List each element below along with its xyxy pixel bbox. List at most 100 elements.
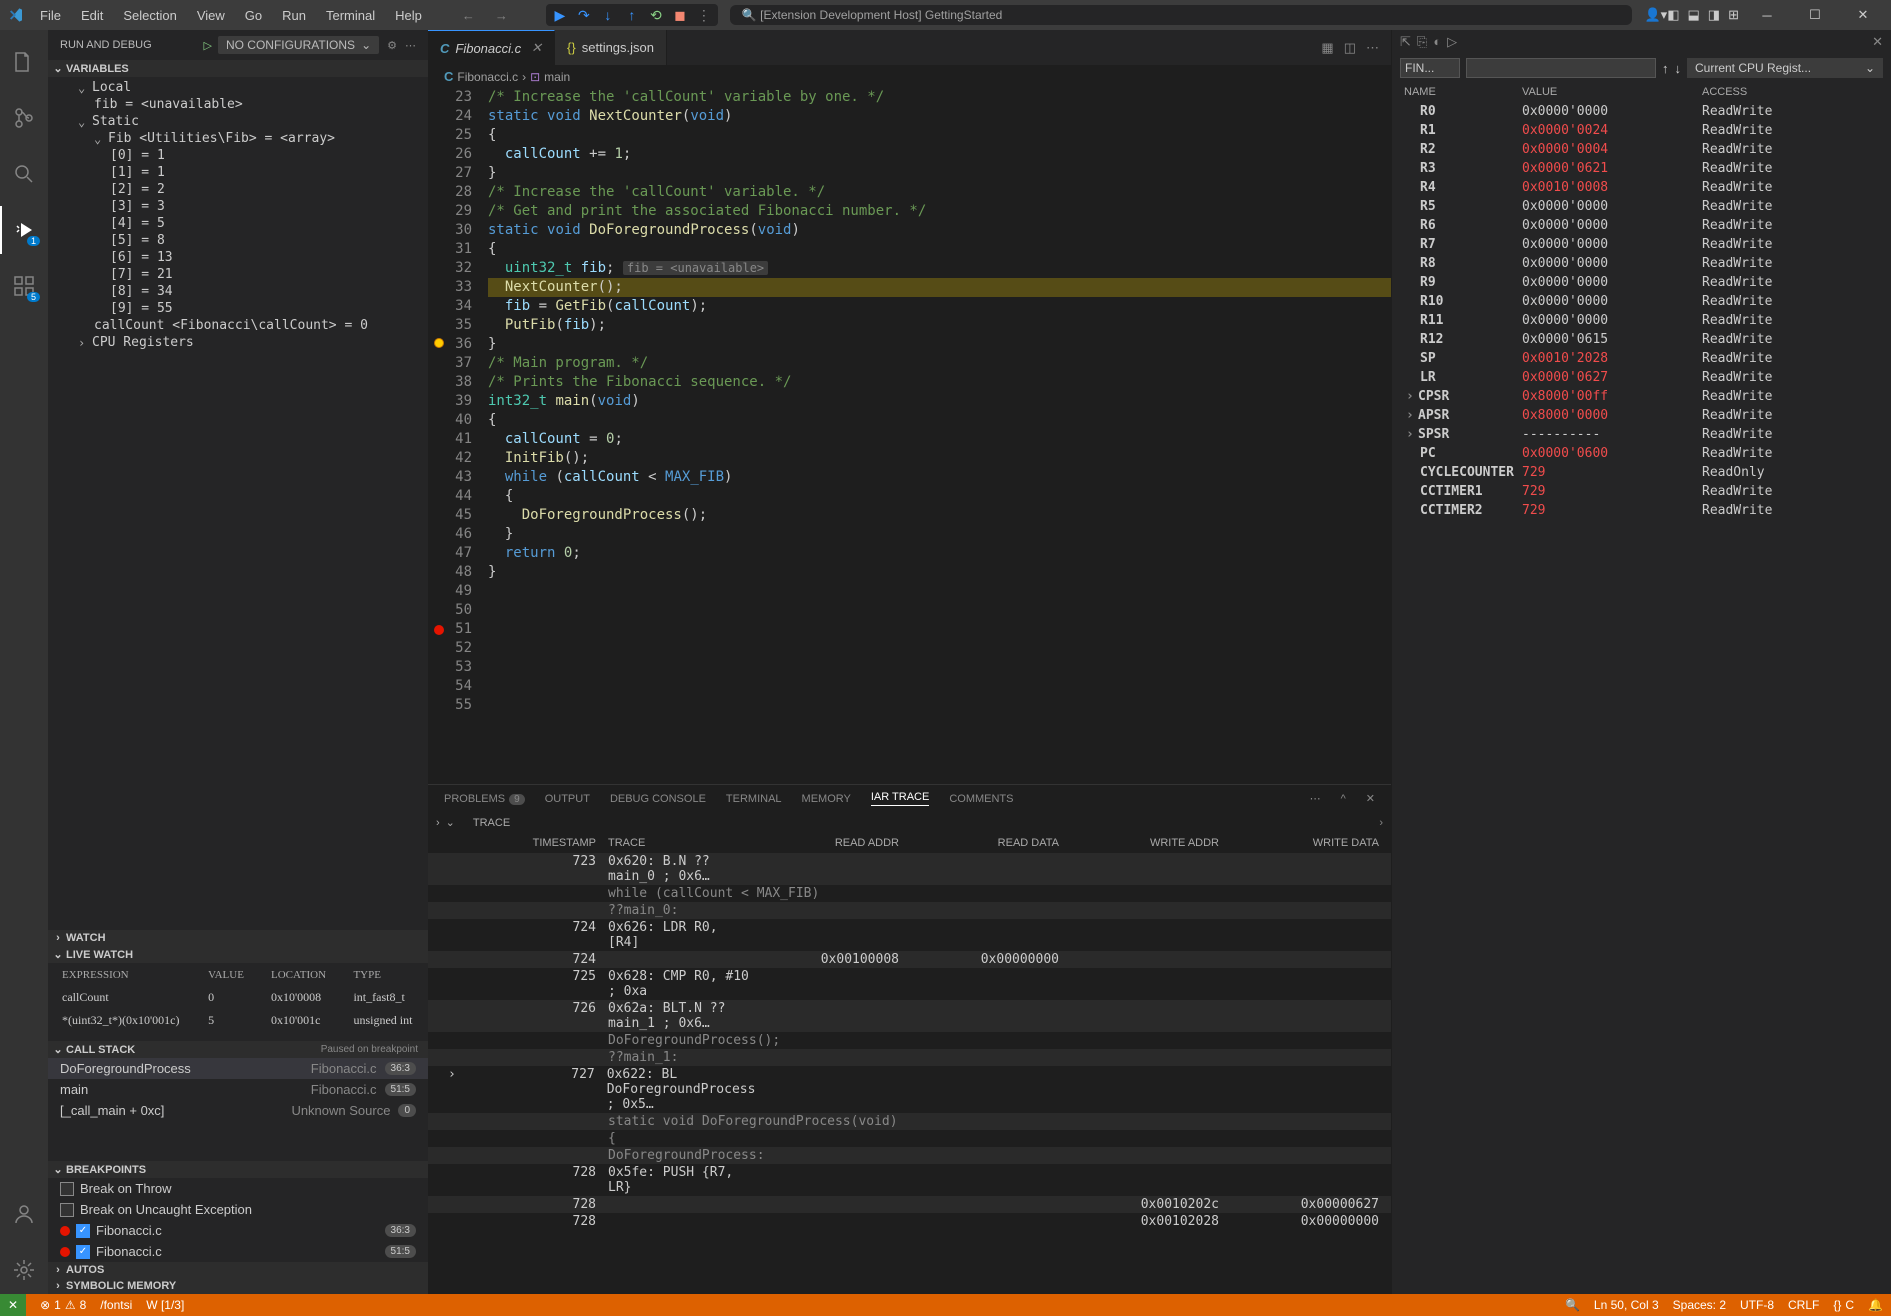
trace-row[interactable]: 7280x0010202c0x00000627 bbox=[428, 1196, 1391, 1213]
minimize-icon[interactable]: ─ bbox=[1747, 0, 1787, 30]
sb-w[interactable]: W [1/3] bbox=[146, 1298, 184, 1312]
trace-row[interactable]: 7250x628: CMP R0, #10 ; 0xa bbox=[428, 968, 1391, 1000]
scope-local[interactable]: ⌄Local bbox=[48, 79, 428, 96]
register-row[interactable]: R10x0000'0024ReadWrite bbox=[1392, 121, 1891, 140]
side-preview-icon[interactable]: ▦ bbox=[1321, 40, 1333, 56]
expand-icon[interactable]: › bbox=[448, 1067, 456, 1082]
step-over-icon[interactable]: ↷ bbox=[576, 7, 592, 23]
sb-eol[interactable]: CRLF bbox=[1788, 1298, 1819, 1312]
callstack-frame[interactable]: DoForegroundProcessFibonacci.c36:3 bbox=[48, 1058, 428, 1079]
gear-icon[interactable]: ⚙ bbox=[387, 39, 397, 52]
breakpoint-row[interactable]: ✓Fibonacci.c51:5 bbox=[48, 1241, 428, 1262]
checkbox-icon[interactable]: ✓ bbox=[76, 1245, 90, 1259]
register-row[interactable]: ›SPSR----------ReadWrite bbox=[1392, 425, 1891, 444]
stop-icon[interactable]: ◼ bbox=[672, 7, 688, 23]
sb-spaces[interactable]: Spaces: 2 bbox=[1673, 1298, 1726, 1312]
trace-more-icon[interactable]: › bbox=[1379, 817, 1383, 829]
trace-row[interactable]: 7280x5fe: PUSH {R7, LR} bbox=[428, 1164, 1391, 1196]
restart-icon[interactable]: ⟲ bbox=[648, 7, 664, 23]
panel-tab-output[interactable]: OUTPUT bbox=[545, 793, 590, 805]
debug-config-select[interactable]: No Configurations⌄ bbox=[218, 36, 379, 54]
var-array-item[interactable]: [5] = 8 bbox=[48, 232, 428, 249]
register-row[interactable]: R70x0000'0000ReadWrite bbox=[1392, 235, 1891, 254]
step-into-icon[interactable]: ↓ bbox=[600, 7, 616, 23]
panel-tab-memory[interactable]: MEMORY bbox=[802, 793, 851, 805]
autos-header[interactable]: ›AUTOS bbox=[48, 1262, 428, 1278]
breadcrumb-file[interactable]: Fibonacci.c bbox=[457, 70, 518, 84]
breadcrumb[interactable]: C Fibonacci.c › ⊡ main bbox=[428, 65, 1391, 88]
symbolic-memory-header[interactable]: ›SYMBOLIC MEMORY bbox=[48, 1278, 428, 1294]
var-array-item[interactable]: [3] = 3 bbox=[48, 198, 428, 215]
register-row[interactable]: LR0x0000'0627ReadWrite bbox=[1392, 368, 1891, 387]
trace-row[interactable]: { bbox=[428, 1130, 1391, 1147]
checkbox-icon[interactable] bbox=[60, 1203, 74, 1217]
panel-tab-comments[interactable]: COMMENTS bbox=[949, 793, 1013, 805]
var-array-item[interactable]: [2] = 2 bbox=[48, 181, 428, 198]
var-array-item[interactable]: [8] = 34 bbox=[48, 283, 428, 300]
var-array-item[interactable]: [0] = 1 bbox=[48, 147, 428, 164]
bp-throw[interactable]: Break on Throw bbox=[48, 1178, 428, 1199]
trace-row[interactable]: 7260x62a: BLT.N ??main_1 ; 0x6… bbox=[428, 1000, 1391, 1032]
menu-view[interactable]: View bbox=[189, 4, 233, 27]
register-row[interactable]: PC0x0000'0600ReadWrite bbox=[1392, 444, 1891, 463]
chevron-down-icon[interactable]: ⌄ bbox=[446, 816, 455, 829]
register-row[interactable]: R00x0000'0000ReadWrite bbox=[1392, 102, 1891, 121]
sb-lang[interactable]: {} C bbox=[1833, 1298, 1854, 1312]
close-tab-icon[interactable]: ✕ bbox=[531, 40, 542, 56]
activity-settings[interactable] bbox=[0, 1246, 48, 1294]
panel-maximize-icon[interactable]: ^ bbox=[1341, 793, 1346, 805]
register-row[interactable]: R40x0010'0008ReadWrite bbox=[1392, 178, 1891, 197]
register-search-input[interactable] bbox=[1400, 58, 1460, 78]
register-row[interactable]: SP0x0010'2028ReadWrite bbox=[1392, 349, 1891, 368]
registers-body[interactable]: R00x0000'0000ReadWriteR10x0000'0024ReadW… bbox=[1392, 102, 1891, 1294]
panel-close-icon[interactable]: ✕ bbox=[1366, 792, 1375, 805]
reg-tool2-icon[interactable]: ⎘ bbox=[1417, 34, 1427, 50]
callstack-header[interactable]: ⌄CALL STACKPaused on breakpoint bbox=[48, 1041, 428, 1058]
livewatch-row[interactable]: callCount00x10'0008int_fast8_t bbox=[50, 987, 426, 1008]
reg-tool3-icon[interactable]: ◐ bbox=[1433, 34, 1441, 50]
activity-extensions[interactable]: 5 bbox=[0, 262, 48, 310]
var-array-item[interactable]: [7] = 21 bbox=[48, 266, 428, 283]
continue-icon[interactable]: ▶ bbox=[552, 7, 568, 23]
panel-more-icon[interactable]: ⋯ bbox=[1310, 792, 1321, 805]
register-row[interactable]: R90x0000'0000ReadWrite bbox=[1392, 273, 1891, 292]
checkbox-icon[interactable] bbox=[60, 1182, 74, 1196]
step-out-icon[interactable]: ↑ bbox=[624, 7, 640, 23]
scope-static[interactable]: ⌄Static bbox=[48, 113, 428, 130]
livewatch-header[interactable]: ⌄LIVE WATCH bbox=[48, 946, 428, 963]
register-group-select[interactable]: Current CPU Regist...⌄ bbox=[1687, 58, 1883, 78]
layout-bottom-icon[interactable]: ⬓ bbox=[1688, 7, 1700, 23]
register-row[interactable]: R80x0000'0000ReadWrite bbox=[1392, 254, 1891, 273]
chevron-right-icon[interactable]: › bbox=[1406, 427, 1418, 442]
bp-uncaught[interactable]: Break on Uncaught Exception bbox=[48, 1199, 428, 1220]
debug-more-icon[interactable]: ⋮ bbox=[696, 7, 712, 23]
find-prev-icon[interactable]: ↑ bbox=[1662, 61, 1669, 76]
register-row[interactable]: R110x0000'0000ReadWrite bbox=[1392, 311, 1891, 330]
editor-tab[interactable]: CFibonacci.c✕ bbox=[428, 30, 555, 65]
watch-header[interactable]: ›WATCH bbox=[48, 930, 428, 946]
activity-debug[interactable]: 1 bbox=[0, 206, 48, 254]
chevron-right-icon[interactable]: › bbox=[1406, 389, 1418, 404]
breadcrumb-symbol[interactable]: main bbox=[544, 70, 570, 84]
sb-debug-icon[interactable]: ✕ bbox=[0, 1294, 26, 1316]
copilot-icon[interactable]: 👤▾ bbox=[1644, 7, 1667, 23]
reg-tool1-icon[interactable]: ⇱ bbox=[1400, 34, 1411, 50]
var-fib[interactable]: fib = <unavailable> bbox=[48, 96, 428, 113]
panel-tab-terminal[interactable]: TERMINAL bbox=[726, 793, 782, 805]
var-array-item[interactable]: [6] = 13 bbox=[48, 249, 428, 266]
trace-row[interactable]: DoForegroundProcess: bbox=[428, 1147, 1391, 1164]
variables-header[interactable]: ⌄VARIABLES bbox=[48, 60, 428, 77]
var-array-item[interactable]: [9] = 55 bbox=[48, 300, 428, 317]
register-row[interactable]: R120x0000'0615ReadWrite bbox=[1392, 330, 1891, 349]
register-row[interactable]: R100x0000'0000ReadWrite bbox=[1392, 292, 1891, 311]
layout-left-icon[interactable]: ◧ bbox=[1667, 7, 1679, 23]
find-next-icon[interactable]: ↓ bbox=[1675, 61, 1682, 76]
breakpoint-icon[interactable] bbox=[434, 625, 444, 635]
layout-right-icon[interactable]: ◨ bbox=[1708, 7, 1720, 23]
register-row[interactable]: ›CPSR0x8000'00ffReadWrite bbox=[1392, 387, 1891, 406]
register-row[interactable]: CCTIMER1729ReadWrite bbox=[1392, 482, 1891, 501]
nav-back-icon[interactable]: ← bbox=[454, 4, 483, 27]
close-panel-icon[interactable]: ✕ bbox=[1872, 34, 1883, 50]
register-row[interactable]: R60x0000'0000ReadWrite bbox=[1392, 216, 1891, 235]
editor-tab[interactable]: {}settings.json bbox=[555, 30, 667, 65]
